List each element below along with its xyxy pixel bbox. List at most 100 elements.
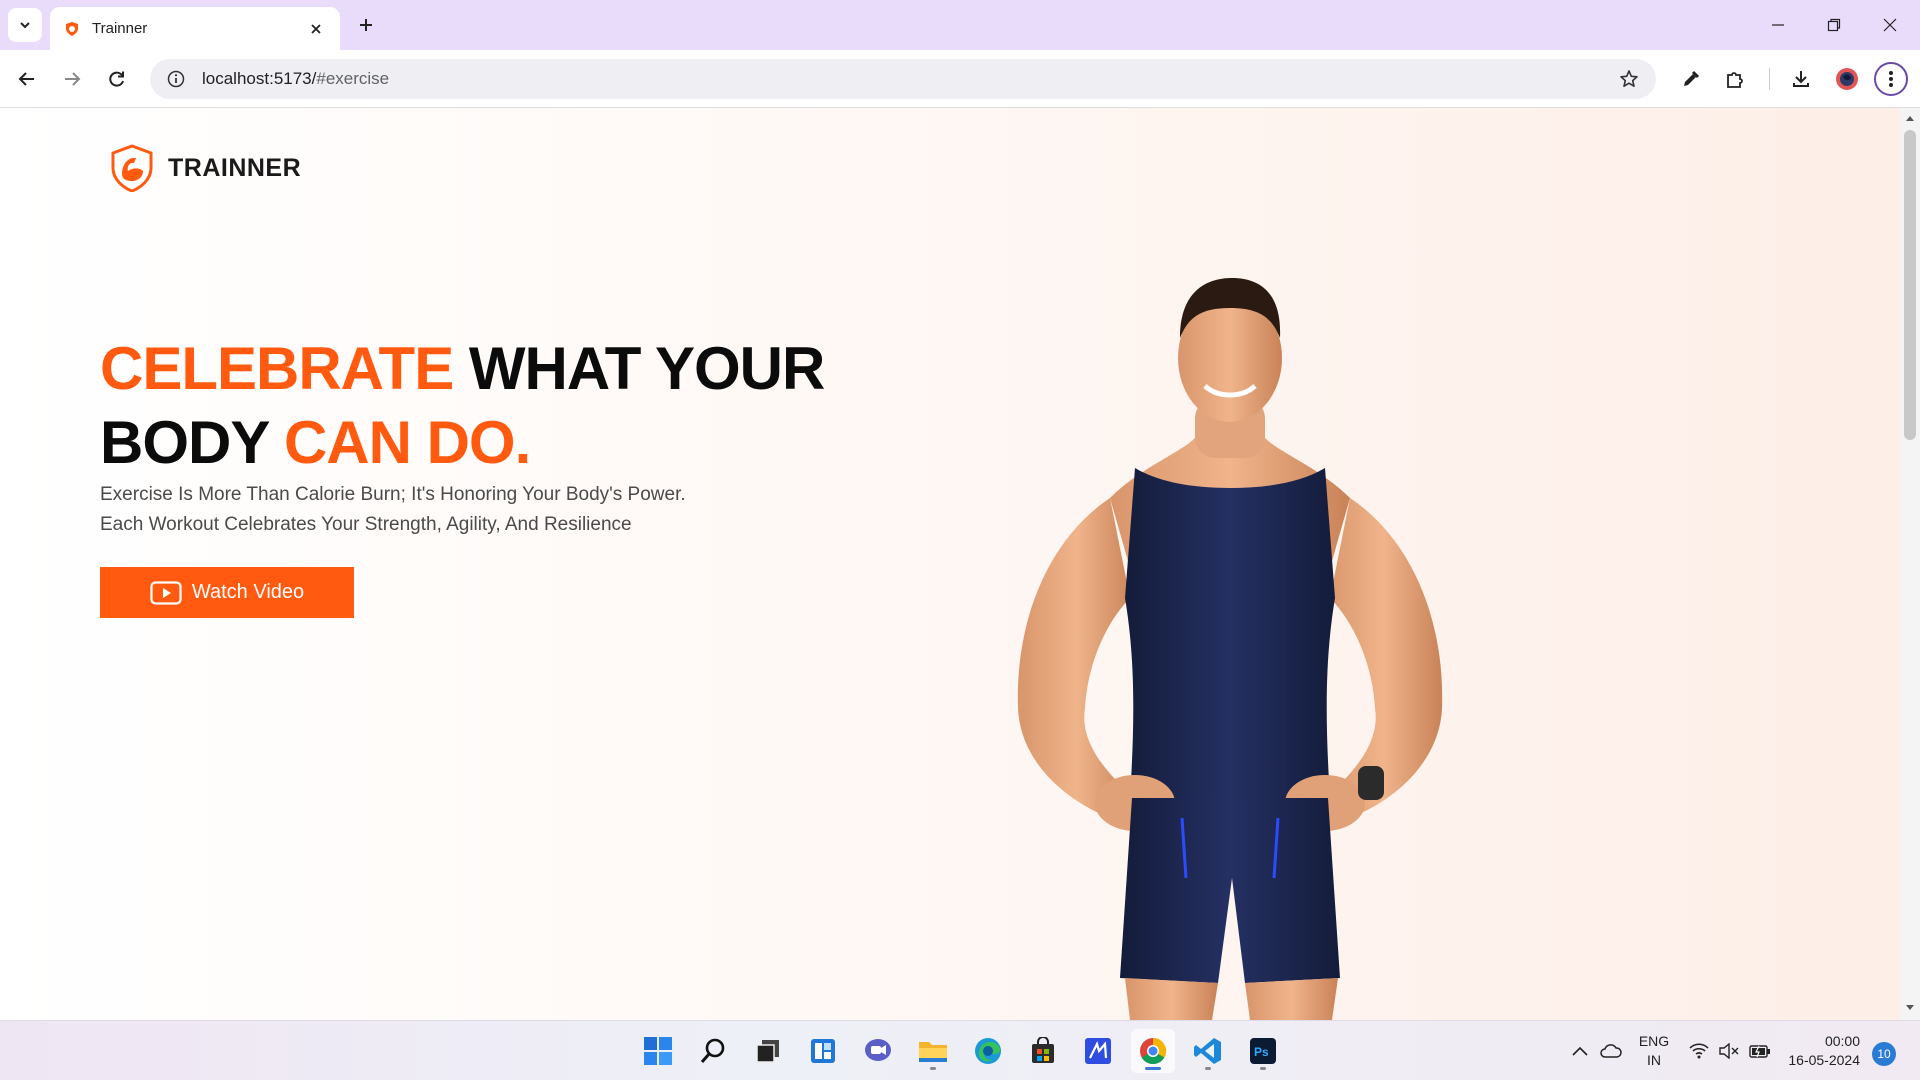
new-tab-button[interactable] [352, 11, 380, 39]
battery-tray-icon[interactable] [1746, 1021, 1774, 1080]
download-icon [1793, 71, 1809, 87]
edge-icon [975, 1038, 1001, 1064]
battery-charging-icon [1749, 1045, 1770, 1058]
active-indicator [1145, 1067, 1161, 1070]
edge-button[interactable] [966, 1029, 1010, 1073]
scroll-up-icon[interactable] [1904, 112, 1916, 124]
reload-button[interactable] [100, 62, 134, 96]
minimize-button[interactable] [1758, 10, 1798, 40]
restore-button[interactable] [1814, 10, 1854, 40]
chevron-up-icon [1572, 1046, 1588, 1056]
close-tab-icon[interactable] [306, 19, 326, 39]
widgets-button[interactable] [801, 1029, 845, 1073]
url-path: #exercise [316, 69, 390, 88]
volume-muted-icon [1719, 1043, 1739, 1059]
os-taskbar: Ps ENG IN 00:00 16-05-2024 10 [0, 1020, 1920, 1080]
task-view-button[interactable] [746, 1029, 790, 1073]
url-host: localhost:5173/ [202, 69, 317, 88]
hero-subtext: Exercise Is More Than Calorie Burn; It's… [100, 480, 740, 540]
file-explorer-button[interactable] [911, 1029, 955, 1073]
clock-date: 16-05-2024 [1788, 1052, 1860, 1068]
watch-video-button[interactable]: Watch Video [100, 567, 354, 618]
scroll-thumb[interactable] [1904, 130, 1916, 440]
language-code: ENG [1638, 1033, 1670, 1049]
address-bar[interactable]: localhost:5173/#exercise [150, 59, 1656, 99]
headline-text-2: BODY [100, 409, 284, 476]
profile-avatar-icon [1836, 68, 1858, 90]
tab-strip: Trainner [0, 0, 1920, 50]
file-explorer-icon [919, 1042, 947, 1062]
headline-text-1: WHAT YOUR [453, 335, 825, 402]
brand-name: TRAINNER [168, 153, 302, 182]
store-icon [1032, 1037, 1054, 1063]
shield-muscle-logo-icon [111, 144, 153, 192]
browser-toolbar: localhost:5173/#exercise [0, 50, 1920, 108]
vscode-button[interactable] [1186, 1029, 1230, 1073]
cloud-icon [1600, 1044, 1622, 1058]
start-button[interactable] [636, 1029, 680, 1073]
more-vertical-icon [1889, 71, 1893, 87]
headline-accent-2: CAN DO. [283, 409, 531, 476]
back-button[interactable] [10, 62, 44, 96]
onedrive-tray-icon[interactable] [1598, 1021, 1624, 1080]
page-scrollbar[interactable] [1900, 108, 1920, 1020]
close-icon [1883, 18, 1897, 32]
headline-accent-1: CELEBRATE [100, 335, 454, 402]
tab-search-button[interactable] [8, 8, 42, 42]
play-video-icon [150, 580, 182, 605]
bookmark-star-icon[interactable] [1614, 64, 1644, 94]
site-logo[interactable]: TRAINNER [110, 144, 301, 192]
puzzle-icon [1727, 72, 1743, 88]
running-indicator [1260, 1067, 1266, 1070]
url-text: localhost:5173/#exercise [202, 69, 1614, 89]
photoshop-button[interactable]: Ps [1241, 1029, 1285, 1073]
taskbar-search-button[interactable] [691, 1029, 735, 1073]
chevron-down-icon [20, 22, 30, 29]
plus-icon [360, 19, 372, 31]
hero-athlete-image [1017, 278, 1443, 1020]
scroll-down-icon[interactable] [1904, 1002, 1916, 1014]
profile-avatar[interactable] [1830, 62, 1864, 96]
eyedropper-extension-button[interactable] [1674, 62, 1708, 96]
volume-tray-icon[interactable] [1716, 1021, 1742, 1080]
close-window-button[interactable] [1870, 10, 1910, 40]
code-editor-button[interactable] [1076, 1029, 1120, 1073]
browser-menu-button[interactable] [1874, 62, 1908, 96]
store-button[interactable] [1021, 1029, 1065, 1073]
hero-headline: CELEBRATE WHAT YOUR BODY CAN DO. [100, 332, 825, 480]
start-icon [644, 1037, 672, 1065]
arrow-left-icon [18, 72, 34, 86]
tab-title: Trainner [92, 20, 148, 37]
notification-count-badge[interactable]: 10 [1872, 1042, 1896, 1066]
forward-button[interactable] [55, 62, 89, 96]
site-info-icon[interactable] [164, 67, 188, 91]
arrow-right-icon [65, 72, 81, 86]
running-indicator [930, 1067, 936, 1070]
reload-icon [109, 71, 124, 87]
browser-tab[interactable]: Trainner [50, 7, 340, 50]
vscode-icon [1194, 1038, 1221, 1064]
extensions-button[interactable] [1718, 62, 1752, 96]
watch-video-label: Watch Video [191, 581, 305, 603]
chrome-button[interactable] [1131, 1029, 1175, 1073]
chat-icon [865, 1039, 891, 1061]
search-icon [700, 1038, 725, 1063]
language-region: IN [1647, 1052, 1661, 1068]
minimize-icon [1772, 24, 1784, 26]
trainner-favicon [66, 21, 78, 36]
running-indicator [1205, 1067, 1211, 1070]
system-clock[interactable]: 00:00 16-05-2024 [1780, 1032, 1860, 1070]
downloads-button[interactable] [1784, 62, 1818, 96]
page-viewport: TRAINNER CELEBRATE WHAT YOUR BODY CAN DO… [0, 108, 1900, 1020]
eyedropper-icon [1684, 70, 1700, 86]
toolbar-divider [1769, 68, 1770, 90]
show-hidden-icons-button[interactable] [1568, 1021, 1592, 1080]
language-indicator[interactable]: ENG IN [1632, 1032, 1676, 1070]
wifi-tray-icon[interactable] [1686, 1021, 1712, 1080]
widgets-icon [811, 1039, 835, 1063]
teams-chat-button[interactable] [856, 1029, 900, 1073]
clock-time: 00:00 [1824, 1033, 1860, 1049]
code-editor-icon [1085, 1038, 1111, 1064]
restore-icon [1827, 18, 1841, 32]
wifi-icon [1689, 1043, 1709, 1059]
